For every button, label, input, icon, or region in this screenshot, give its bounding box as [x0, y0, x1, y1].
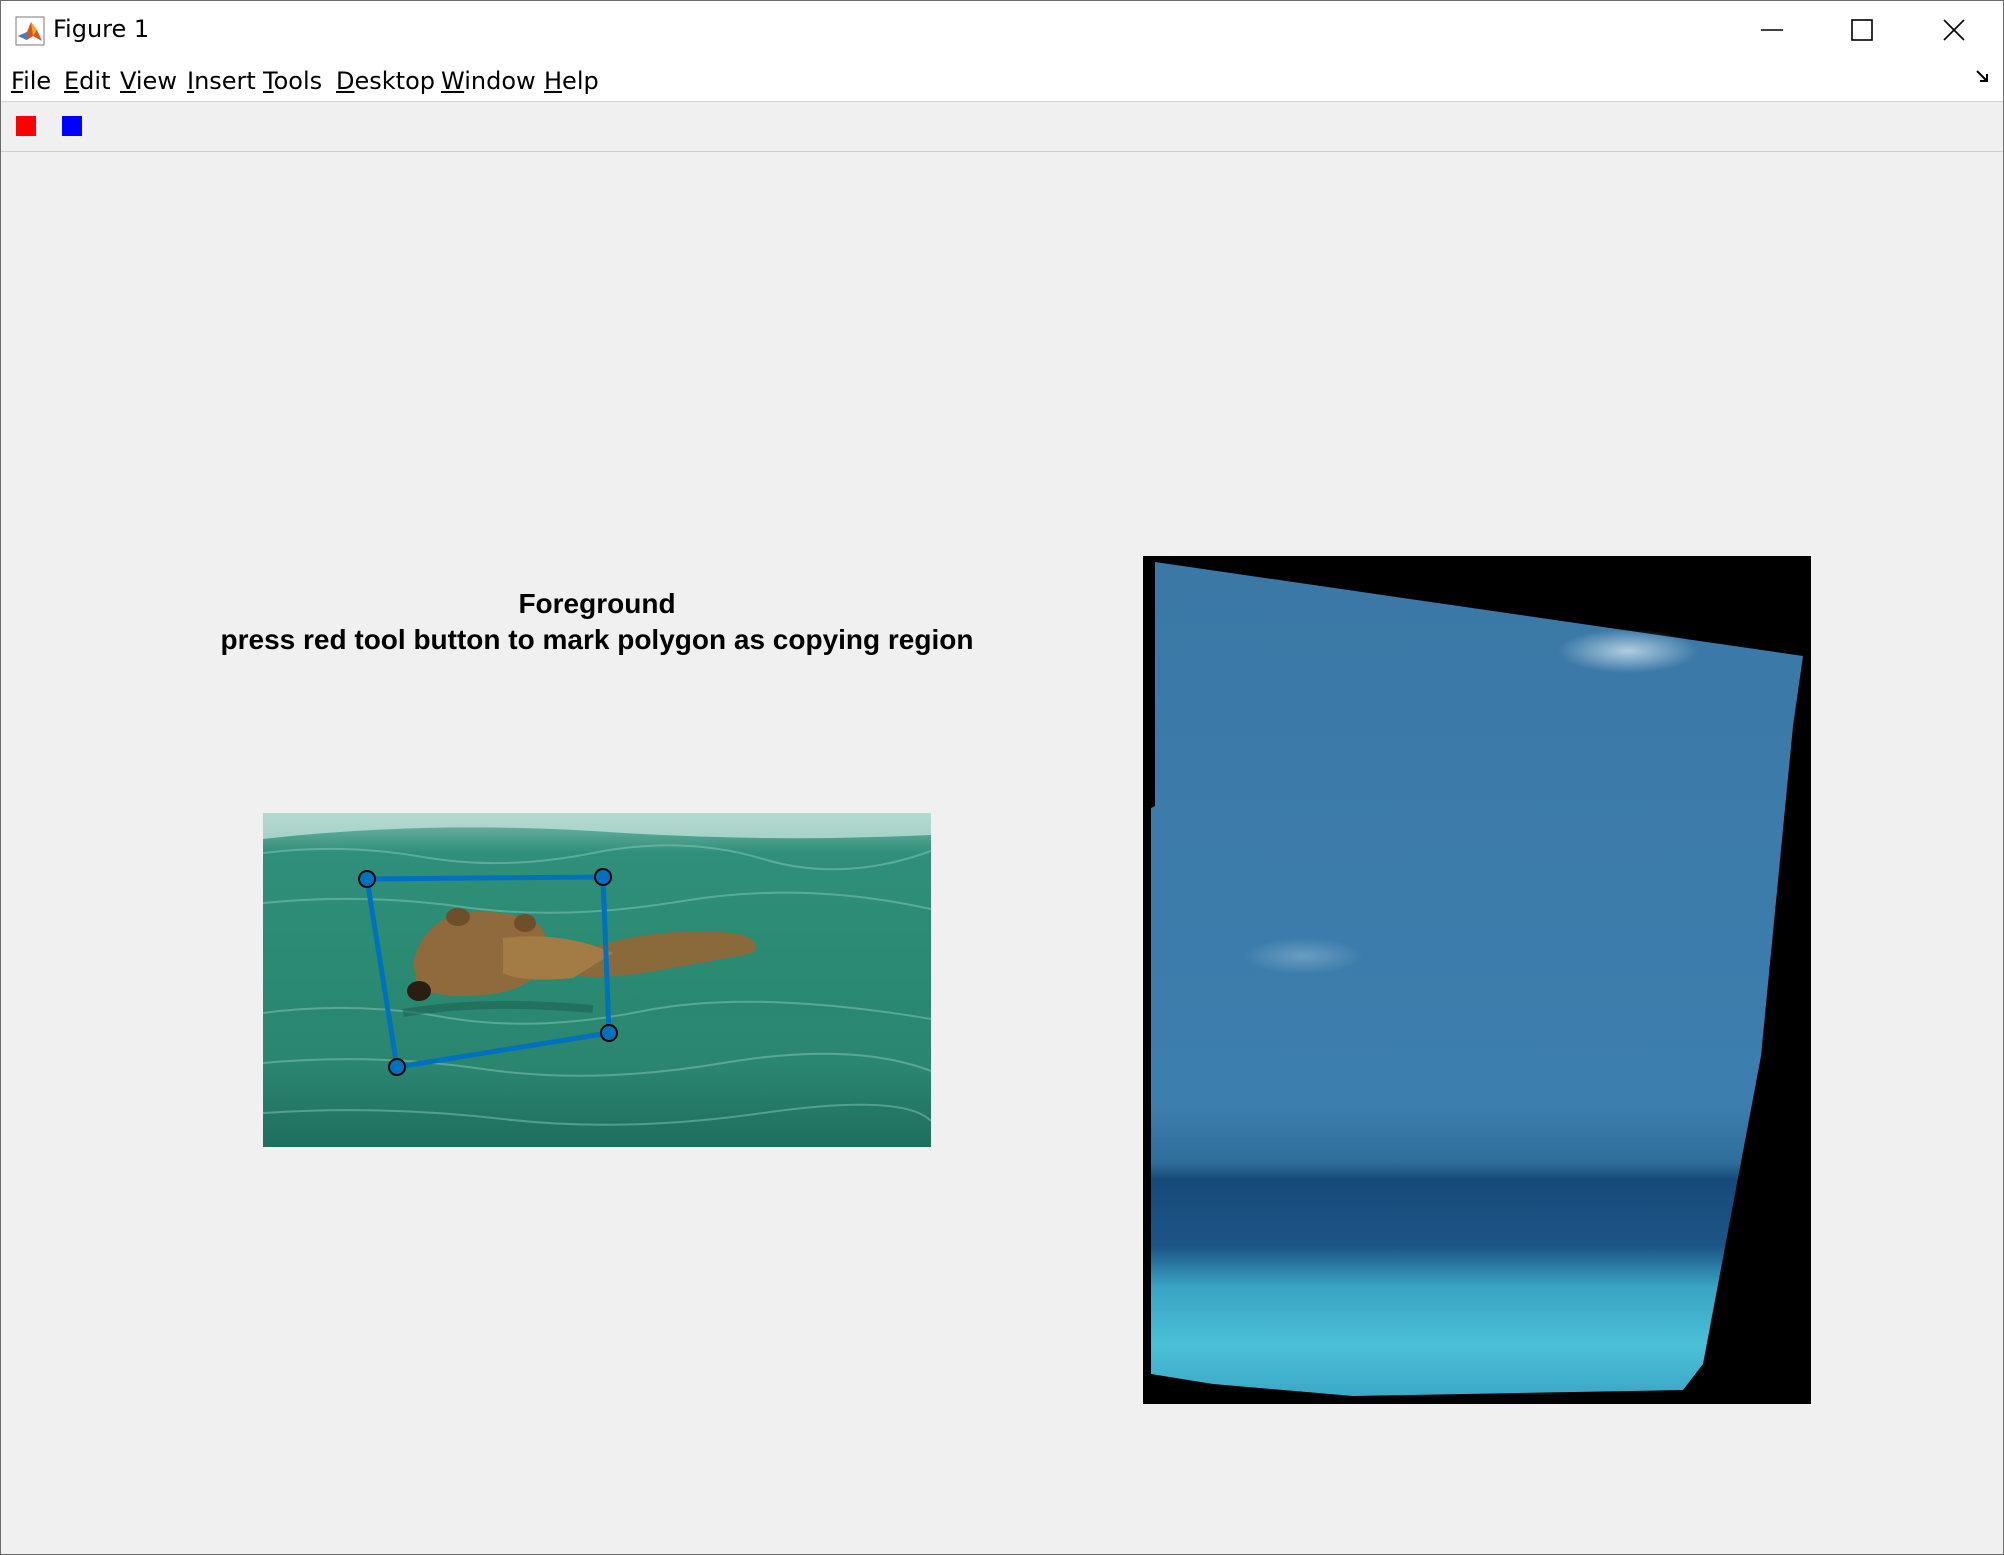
polygon-vertex-handle	[600, 1024, 618, 1042]
blue-tool-button[interactable]	[62, 116, 82, 136]
minimize-button[interactable]	[1727, 1, 1817, 59]
warped-region	[1151, 562, 1803, 1396]
polygon-vertex-handle	[594, 868, 612, 886]
window-title: Figure 1	[53, 15, 150, 43]
title-bar[interactable]: Figure 1	[1, 1, 2003, 59]
polygon-vertex-handle	[358, 870, 376, 888]
toolbar	[1, 102, 2003, 152]
red-tool-button[interactable]	[16, 116, 36, 136]
polygon-vertex-handle	[388, 1058, 406, 1076]
menu-window[interactable]: Window	[441, 67, 536, 95]
menu-tools[interactable]: Tools	[263, 67, 322, 95]
maximize-icon	[1851, 19, 1873, 41]
menu-edit[interactable]: Edit	[64, 67, 110, 95]
dock-arrow-icon[interactable]	[1975, 69, 1991, 85]
minimize-icon	[1761, 29, 1783, 31]
close-button[interactable]	[1909, 1, 1999, 59]
foreground-image[interactable]	[263, 813, 931, 1147]
figure-window: Figure 1 File Edit View Insert Tools Des…	[0, 0, 2004, 1555]
water-background	[263, 813, 931, 1147]
menu-help[interactable]: Help	[544, 67, 599, 95]
menu-insert[interactable]: Insert	[187, 67, 256, 95]
menu-bar: File Edit View Insert Tools Desktop Wind…	[1, 59, 2003, 102]
menu-view[interactable]: View	[120, 67, 177, 95]
menu-file[interactable]: File	[11, 67, 51, 95]
figure-canvas: Foreground press red tool button to mark…	[1, 152, 2003, 1554]
axes-title-line2: press red tool button to mark polygon as…	[220, 624, 974, 655]
warped-result-image[interactable]	[1143, 556, 1811, 1404]
cloud	[1558, 629, 1698, 673]
close-icon	[1943, 19, 1965, 41]
menu-desktop[interactable]: Desktop	[336, 67, 435, 95]
maximize-button[interactable]	[1817, 1, 1907, 59]
axes-title-line1: Foreground	[518, 588, 676, 619]
cloud	[1243, 938, 1363, 974]
matlab-logo-icon	[15, 16, 45, 46]
